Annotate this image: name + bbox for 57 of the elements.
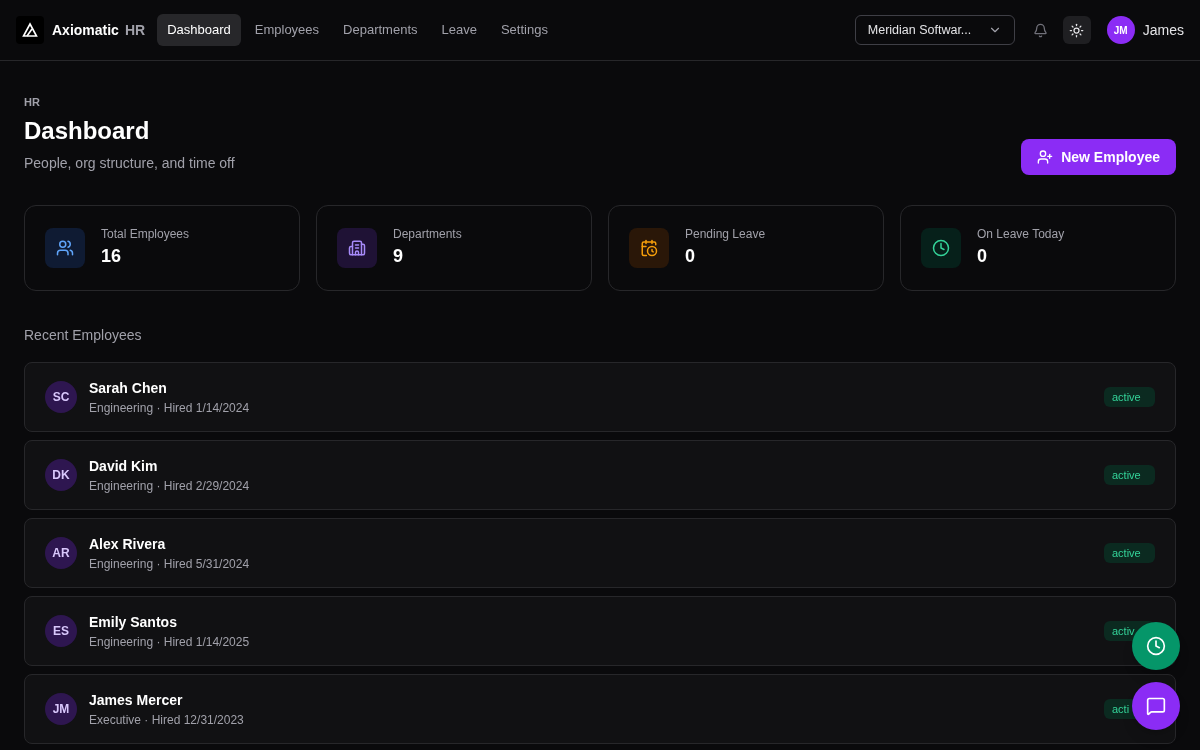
nav-tab[interactable]: Employees bbox=[244, 14, 330, 46]
logo-icon bbox=[16, 16, 44, 44]
nav-tab[interactable]: Leave bbox=[431, 14, 487, 46]
new-employee-button[interactable]: New Employee bbox=[1021, 138, 1176, 175]
user-plus-icon bbox=[1037, 148, 1054, 165]
stat-value: 9 bbox=[393, 244, 404, 268]
employee-row[interactable]: ES Emily Santos Engineering · Hired 1/14/2025 activ bbox=[24, 595, 1176, 666]
employee-avatar: AR bbox=[45, 536, 77, 569]
employee-row[interactable]: JM James Mercer Executive · Hired 12/31/2023 acti bbox=[24, 673, 1176, 744]
status-badge: active bbox=[1104, 386, 1155, 407]
status-badge: active bbox=[1104, 542, 1155, 563]
employee-name: Emily Santos bbox=[89, 612, 178, 632]
clock-icon bbox=[921, 227, 961, 268]
employee-meta: Executive · Hired 12/31/2023 bbox=[89, 711, 245, 728]
employee-avatar: DK bbox=[45, 458, 77, 491]
notifications-icon bbox=[1033, 22, 1049, 38]
theme-toggle-button[interactable] bbox=[1062, 16, 1091, 44]
nav-tab[interactable]: Settings bbox=[490, 14, 558, 46]
organization-select[interactable]: Meridian Softwar... bbox=[854, 15, 1015, 45]
nav-tab[interactable]: Dashboard bbox=[157, 14, 241, 46]
employee-avatar: JM bbox=[45, 692, 77, 725]
eyebrow-label: HR bbox=[24, 95, 41, 110]
chat-icon bbox=[1146, 696, 1166, 716]
employee-name: Sarah Chen bbox=[89, 378, 168, 398]
user-name[interactable]: James bbox=[1142, 20, 1184, 40]
nav-tab[interactable]: Departments bbox=[333, 14, 428, 46]
employee-row[interactable]: AR Alex Rivera Engineering · Hired 5/31/2024 active bbox=[24, 517, 1176, 588]
stat-label: Departments bbox=[393, 225, 462, 242]
user-avatar[interactable]: JM bbox=[1106, 16, 1135, 44]
page-title: Dashboard bbox=[24, 115, 151, 146]
section-title: Recent Employees bbox=[24, 325, 143, 345]
employee-row[interactable]: SC Sarah Chen Engineering · Hired 1/14/2024 active bbox=[24, 361, 1176, 432]
stat-value: 0 bbox=[685, 244, 696, 268]
employee-avatar: ES bbox=[45, 614, 77, 647]
sun-icon bbox=[1069, 22, 1085, 38]
brand-name: Axiomatic bbox=[52, 21, 119, 40]
stat-label: On Leave Today bbox=[977, 225, 1065, 242]
employee-row[interactable]: DK David Kim Engineering · Hired 2/29/2024 active bbox=[24, 439, 1176, 510]
brand-suffix: HR bbox=[124, 21, 146, 40]
stat-value: 16 bbox=[101, 244, 123, 268]
clock-icon bbox=[1146, 636, 1166, 656]
calendar-clock-icon bbox=[629, 227, 669, 268]
stat-value: 0 bbox=[977, 244, 988, 268]
page-subtitle: People, org structure, and time off bbox=[24, 153, 235, 173]
employee-meta: Engineering · Hired 2/29/2024 bbox=[89, 477, 251, 494]
status-badge: active bbox=[1104, 464, 1155, 485]
employee-name: Alex Rivera bbox=[89, 534, 167, 554]
building-icon bbox=[337, 227, 377, 268]
employee-meta: Engineering · Hired 5/31/2024 bbox=[89, 555, 251, 572]
employee-avatar: SC bbox=[45, 380, 77, 413]
employee-name: David Kim bbox=[89, 456, 159, 476]
employee-meta: Engineering · Hired 1/14/2025 bbox=[89, 633, 251, 650]
employee-name: James Mercer bbox=[89, 690, 184, 710]
people-icon bbox=[45, 227, 85, 268]
employee-meta: Engineering · Hired 1/14/2024 bbox=[89, 399, 251, 416]
stat-label: Pending Leave bbox=[685, 225, 766, 242]
stat-label: Total Employees bbox=[101, 225, 190, 242]
